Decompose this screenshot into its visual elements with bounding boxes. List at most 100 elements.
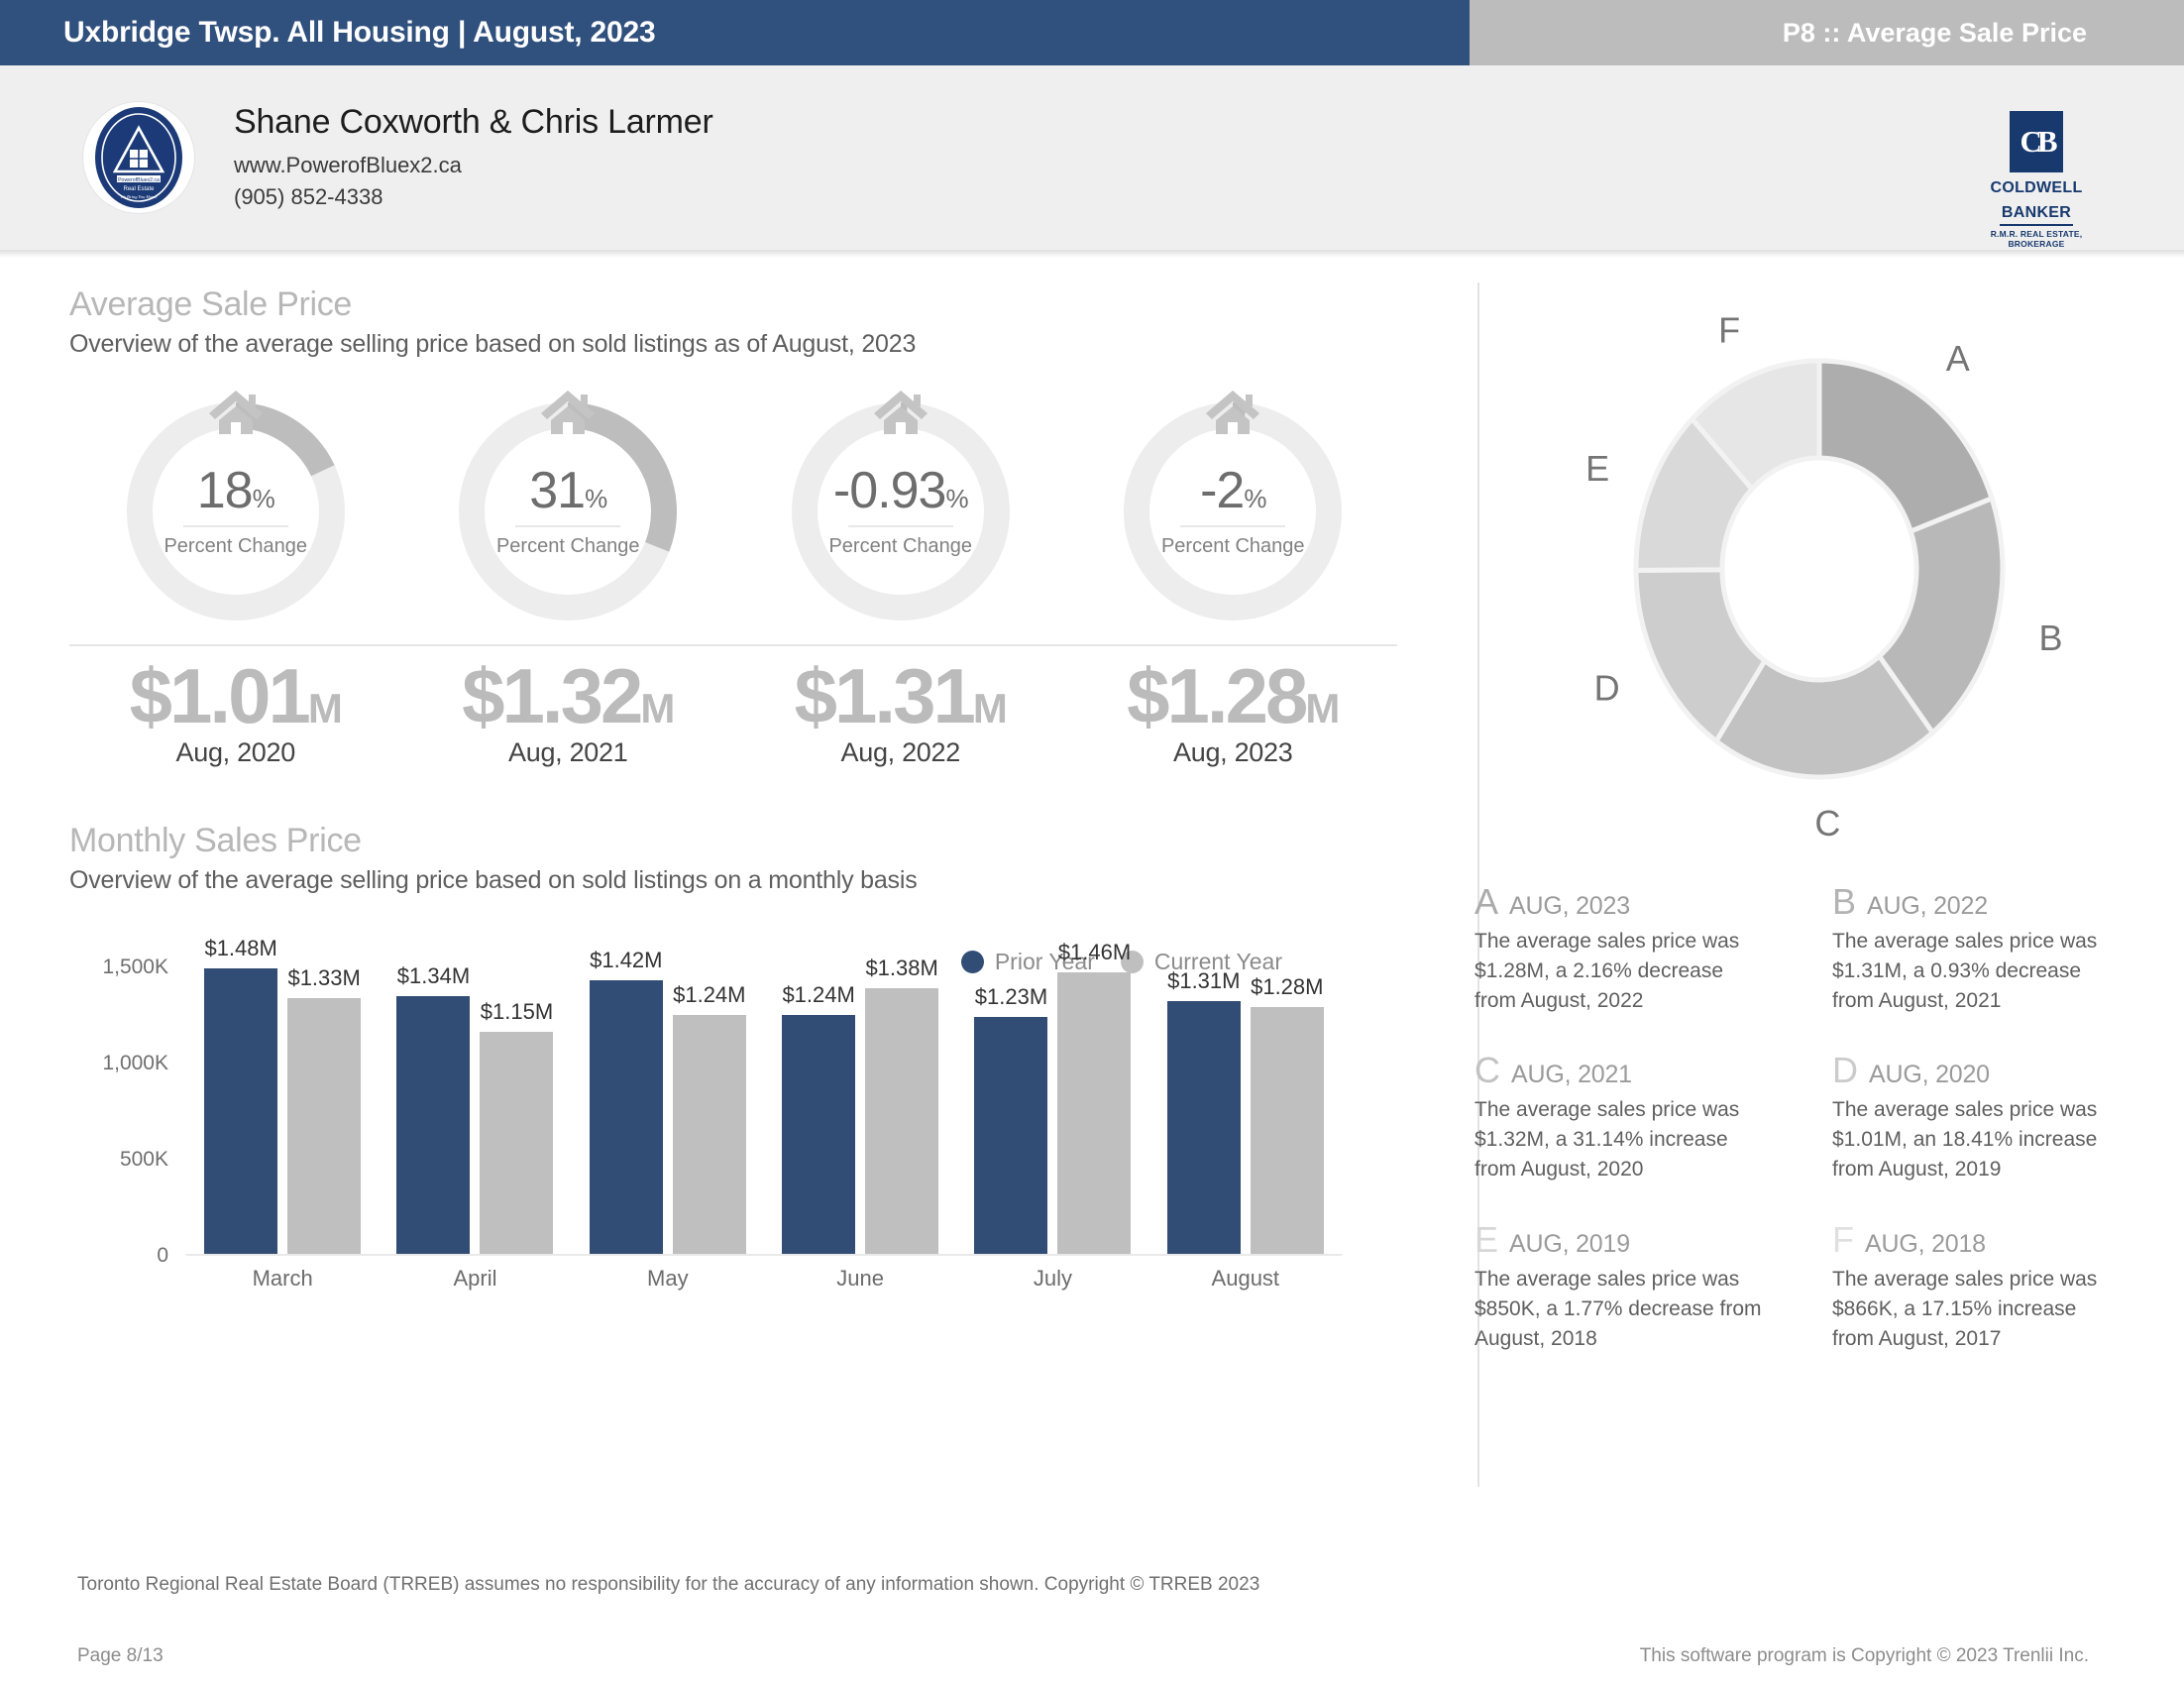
bar-april-prior-year: $1.34M — [396, 963, 471, 1254]
gauge-rule — [515, 525, 621, 527]
x-tick-label: June — [836, 1265, 884, 1291]
donut-legend-item-C: C AUG, 2021 The average sales price was $1… — [1474, 1053, 1801, 1183]
svg-text:Real Estate: Real Estate — [123, 186, 155, 192]
brokerage-sub2: BROKERAGE — [2008, 239, 2065, 250]
price-label: Aug, 2021 — [508, 736, 628, 767]
x-tick-label: April — [453, 1265, 497, 1291]
gauge-1: 18% Percent Change — [69, 391, 402, 626]
donut-legend-body: The average sales price was $1.31M, a 0.… — [1832, 930, 2098, 1012]
x-tick-label: May — [647, 1265, 689, 1291]
gauge-rule — [847, 525, 953, 527]
avg-sale-price-header: Average Sale Price Overview of the avera… — [69, 285, 1399, 359]
bar-value-label: $1.34M — [396, 962, 471, 988]
brokerage-sub1: R.M.R. REAL ESTATE, — [1990, 229, 2083, 240]
y-tick-label: 500K — [119, 1147, 168, 1171]
price-label: Aug, 2022 — [840, 736, 961, 767]
svg-text:PowerofBluex2.ca: PowerofBluex2.ca — [118, 177, 160, 183]
gauge-center-text: 31% Percent Change — [453, 396, 683, 626]
donut-legend-date: AUG, 2022 — [1867, 892, 1988, 920]
gauge-ring-wrap: 18% Percent Change — [121, 391, 351, 626]
bar-april-current-year: $1.15M — [480, 999, 554, 1254]
gauge-label: Percent Change — [828, 535, 973, 557]
donut-legend-head: A AUG, 2023 — [1474, 884, 1801, 921]
price-cell-3: $1.31M Aug, 2022 — [734, 652, 1067, 768]
gauge-unit: % — [252, 484, 275, 513]
content-area: Average Sale Price Overview of the avera… — [0, 250, 2184, 1391]
bar-march-current-year: $1.33M — [287, 965, 362, 1254]
bar-june-current-year: $1.38M — [865, 956, 939, 1254]
coldwell-banker-monogram-icon: CB — [2010, 111, 2063, 172]
bar-june-prior-year: $1.24M — [782, 982, 856, 1254]
top-bar: Uxbridge Twsp. All Housing | August, 202… — [0, 0, 2184, 65]
gauge-ring-wrap: -0.93% Percent Change — [786, 391, 1016, 626]
donut-legend-date: AUG, 2021 — [1511, 1061, 1632, 1089]
bar-august-current-year: $1.28M — [1250, 974, 1324, 1254]
price-label: Aug, 2023 — [1173, 736, 1293, 767]
monthly-sales-chart: Prior Year Current Year 0 500K 1,000K 1,500K… — [69, 929, 1399, 1315]
x-tick-label: March — [252, 1265, 313, 1291]
seal-icon: PowerofBluex2.ca Real Estate We Bring Yo… — [95, 107, 182, 208]
agent-website[interactable]: www.PowerofBluex2.ca — [234, 150, 713, 181]
donut-legend-item-F: F AUG, 2018 The average sales price was $8… — [1832, 1218, 2158, 1353]
report-page: Uxbridge Twsp. All Housing | August, 202… — [0, 0, 2184, 1687]
bar-value-label: $1.24M — [782, 981, 855, 1007]
donut-legend-item-A: A AUG, 2023 The average sales price was $1… — [1474, 884, 1801, 1015]
bar-july-prior-year: $1.23M — [974, 984, 1048, 1254]
donut-svg: A B C D E F — [1585, 310, 2063, 844]
donut-legend-letter: F — [1832, 1218, 1854, 1260]
bar-july-current-year: $1.46M — [1057, 940, 1132, 1254]
bar-value-label: $1.31M — [1167, 968, 1241, 994]
donut-legend-body: The average sales price was $1.32M, a 31… — [1474, 1098, 1740, 1181]
brokerage-line2: BANKER — [2001, 203, 2072, 221]
bar-value-label: $1.38M — [865, 955, 938, 980]
donut-legend-letter: C — [1474, 1050, 1500, 1091]
bar-value-label: $1.28M — [1251, 974, 1324, 1000]
price-cell-2: $1.32M Aug, 2021 — [402, 652, 735, 768]
bar-value-label: $1.42M — [590, 948, 663, 973]
price-suffix: M — [1305, 685, 1340, 731]
donut-legend-date: AUG, 2019 — [1509, 1229, 1630, 1258]
monthly-sales-header: Monthly Sales Price Overview of the aver… — [69, 822, 1399, 895]
gauge-label: Percent Change — [164, 535, 308, 557]
donut-chart: A B C D E F — [1474, 281, 2168, 866]
bar-value-label: $1.15M — [480, 999, 554, 1025]
gauge-ring-wrap: 31% Percent Change — [453, 391, 683, 626]
right-column: ABCDEF A AUG, 2023 The average sales price… — [1435, 285, 2184, 1391]
gauge-ring-wrap: -2% Percent Change — [1118, 391, 1348, 626]
x-tick-label: July — [1033, 1265, 1073, 1291]
donut-legend-item-B: B AUG, 2022 The average sales price was $1… — [1832, 884, 2158, 1015]
donut-legend-body: The average sales price was $1.28M, a 2.… — [1474, 930, 1740, 1012]
bar-value-label: $1.46M — [1057, 940, 1132, 965]
donut-legend-body: The average sales price was $866K, a 17.… — [1832, 1267, 2098, 1350]
bar-group-march: $1.48M $1.33M — [186, 929, 379, 1254]
section-subtitle-avg-sale-price: Overview of the average selling price ba… — [69, 330, 917, 358]
chart-x-axis: March April May June July August — [186, 1266, 1342, 1292]
donut-label-B: B — [2039, 618, 2063, 658]
agent-info: Shane Coxworth & Chris Larmer www.Powero… — [234, 103, 713, 213]
donut-label-D: D — [1594, 667, 1620, 708]
bar-group-june: $1.24M $1.38M — [764, 929, 956, 1254]
gauge-value: -2% — [1200, 462, 1266, 519]
chart-y-axis: 0 500K 1,000K 1,500K — [69, 929, 180, 1267]
footer-page-number: Page 8/13 — [77, 1645, 164, 1666]
bar-march-prior-year: $1.48M — [204, 936, 278, 1254]
agent-phone: (905) 852-4338 — [234, 183, 383, 209]
donut-legend-letter: E — [1474, 1218, 1499, 1260]
donut-legend-head: C AUG, 2021 — [1474, 1053, 1801, 1089]
gauge-4: -2% Percent Change — [1067, 391, 1400, 626]
bar-group-may: $1.42M $1.24M — [572, 929, 764, 1254]
report-title: Uxbridge Twsp. All Housing | August, 202… — [0, 0, 1470, 65]
x-tick-label: August — [1211, 1265, 1280, 1291]
section-title-avg-sale-price: Average Sale Price — [69, 285, 353, 323]
bar-group-august: $1.31M $1.28M — [1149, 929, 1342, 1254]
section-title-monthly-sales: Monthly Sales Price — [69, 821, 362, 859]
bar-august-prior-year: $1.31M — [1166, 968, 1241, 1254]
donut-legend-letter: A — [1474, 881, 1499, 922]
donut-legend-head: E AUG, 2019 — [1474, 1218, 1801, 1260]
gauge-unit: % — [945, 484, 968, 513]
y-tick-label: 0 — [157, 1243, 168, 1267]
price-cell-1: $1.01M Aug, 2020 — [69, 652, 402, 768]
y-tick-label: 1,000K — [102, 1051, 168, 1074]
donut-legend-head: D AUG, 2020 — [1832, 1053, 2158, 1089]
donut-legend: A AUG, 2023 The average sales price was $1… — [1474, 884, 2158, 1391]
